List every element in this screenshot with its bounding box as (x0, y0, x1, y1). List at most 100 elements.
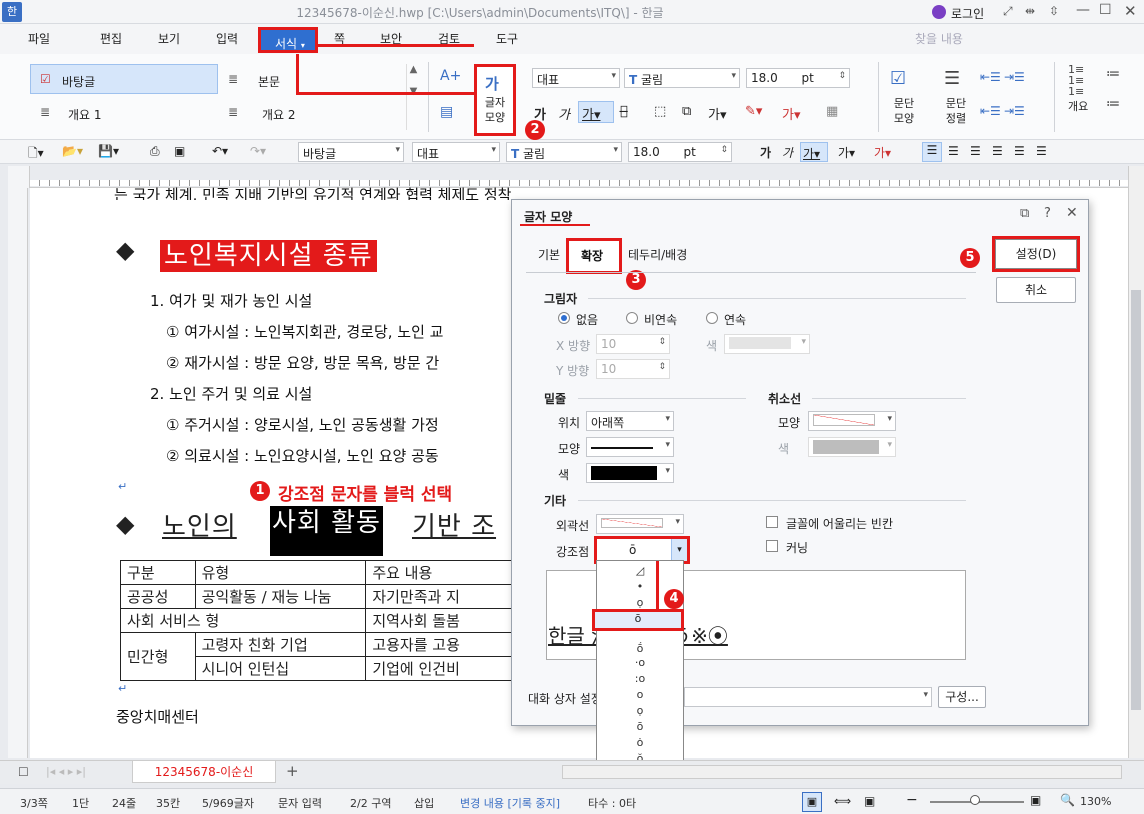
emboss-icon[interactable]: 가▾ (708, 104, 727, 123)
align-center-icon[interactable]: ☰ (970, 144, 981, 158)
distribute-icon[interactable]: ☰ (1014, 144, 1025, 158)
kerning-checkbox[interactable] (766, 540, 778, 552)
fullscreen-icon[interactable]: ⤢ (1003, 4, 1013, 19)
font-color-icon[interactable]: 가▾ (782, 104, 801, 123)
dialog-menu-icon[interactable]: ⧉ (1020, 206, 1029, 221)
lang-select[interactable]: 대표 ▾ (412, 142, 500, 162)
shadow-none-radio[interactable] (558, 312, 570, 324)
scroll-thumb[interactable] (1131, 290, 1141, 710)
font-space-checkbox[interactable] (766, 516, 778, 528)
indent-icon[interactable]: ⇤☰ (980, 70, 1001, 84)
style-scroll[interactable]: ▲▼ (406, 64, 420, 130)
menu-view[interactable]: 보기 (158, 30, 180, 47)
outline-select[interactable]: ▾ (596, 514, 684, 534)
open-icon[interactable]: 📂▾ (62, 144, 83, 158)
char-spacing-icon[interactable]: ▦ (826, 104, 838, 119)
tab-border-bg[interactable]: 테두리/배경 (628, 246, 687, 263)
tab-list-icon[interactable]: ☐ (18, 765, 29, 779)
split-icon[interactable]: ⇹ (1025, 4, 1035, 18)
list-icon[interactable]: ≔ (1106, 96, 1120, 112)
font-name-select[interactable]: T 굴림 ▾ (624, 68, 740, 88)
shadow-icon[interactable]: ⧉ (682, 104, 691, 119)
doc-tab[interactable]: 12345678-이순신 (132, 761, 276, 783)
underline-button[interactable]: 가▾ (578, 101, 614, 123)
maximize-icon[interactable]: ☐ (1099, 2, 1112, 18)
font-color-icon[interactable]: 가▾ (874, 144, 891, 161)
dialog-setting-select[interactable]: ▾ (684, 687, 932, 707)
save-icon[interactable]: 💾▾ (98, 144, 119, 158)
status-insert[interactable]: 삽입 (414, 795, 434, 811)
emph-option[interactable]: :o (597, 671, 683, 687)
emph-option[interactable]: o (597, 687, 683, 703)
highlight-icon[interactable]: ✎▾ (745, 104, 762, 119)
style-outline1[interactable]: 개요 1 (68, 106, 102, 123)
emph-option[interactable]: ọ (597, 703, 683, 719)
zoom-fit-icon[interactable]: ▣ (1030, 793, 1041, 807)
new-doc-icon[interactable]: 🗋▾ (28, 144, 44, 165)
y-dir-input[interactable]: 10 ⇕ (596, 359, 670, 379)
shadow-discontinuous-radio[interactable] (626, 312, 638, 324)
login-icon[interactable] (932, 5, 946, 19)
view-full-icon[interactable]: ▣ (864, 794, 875, 808)
cancel-button[interactable]: 취소 (996, 277, 1076, 303)
zoom-slider-thumb[interactable] (970, 795, 980, 805)
shadow-color-select[interactable]: ▾ (724, 334, 810, 354)
font-lang-select[interactable]: 대표 ▾ (532, 68, 620, 88)
bold-icon[interactable]: 가 (760, 144, 771, 161)
tab-basic[interactable]: 기본 (538, 246, 560, 263)
font-size-input[interactable]: 18.0 pt ⇕ (746, 68, 850, 88)
emph-none-icon[interactable]: ◿ (597, 563, 683, 579)
menu-insert[interactable]: 입력 (216, 30, 238, 47)
zoom-out-icon[interactable]: − (906, 792, 918, 808)
restore-icon[interactable]: ⇳ (1049, 4, 1059, 18)
strike-icon[interactable]: 가̶ (620, 104, 628, 119)
underline-shape-select[interactable]: ▾ (586, 437, 674, 457)
indent-icon[interactable]: ⇥☰ (1004, 70, 1025, 84)
minimize-icon[interactable]: — (1076, 2, 1090, 18)
italic-icon[interactable]: 가 (558, 104, 570, 123)
preview-icon[interactable]: ▣ (174, 144, 185, 158)
strike-icon[interactable]: 가▾ (838, 144, 855, 161)
indent-icon[interactable]: ⇤☰ (980, 104, 1001, 118)
underline-color-select[interactable]: ▾ (586, 463, 674, 483)
list-icon[interactable]: ≔ (1106, 66, 1120, 82)
underline-button[interactable]: 가▾ (800, 142, 828, 162)
add-tab-icon[interactable]: + (286, 762, 299, 780)
redo-icon[interactable]: ↷▾ (250, 144, 266, 158)
style-select[interactable]: 바탕글 ▾ (298, 142, 404, 162)
horizontal-scrollbar[interactable] (562, 765, 1122, 779)
vertical-ruler[interactable] (8, 188, 28, 758)
style-body[interactable]: 본문 (258, 73, 280, 90)
status-track-changes[interactable]: 변경 내용 [기록 중지] (460, 795, 560, 811)
italic-icon[interactable]: 가 (782, 144, 793, 161)
ok-button[interactable]: 설정(D) (992, 236, 1080, 272)
undo-icon[interactable]: ↶▾ (212, 144, 228, 158)
align-left-icon[interactable]: ☰ (948, 144, 959, 158)
search-input[interactable]: 찾을 내용 (915, 30, 1115, 48)
para-shape-button[interactable]: 문단 모양 (886, 96, 922, 126)
doc-table[interactable]: 구분 유형 주요 내용 공공성 공익활동 / 재능 나눔 자기만족과 지 사회 서비스 … (120, 560, 512, 681)
x-dir-input[interactable]: 10 ⇕ (596, 334, 670, 354)
font-select[interactable]: T 굴림 ▾ (506, 142, 622, 162)
menu-file[interactable]: 파일 (28, 30, 50, 47)
menu-tools[interactable]: 도구 (496, 30, 518, 47)
style-item-batang[interactable] (30, 64, 218, 94)
login-button[interactable]: 로그인 (951, 5, 984, 22)
help-icon[interactable]: ? (1044, 206, 1051, 221)
dialog-close-icon[interactable]: ✕ (1066, 205, 1078, 221)
close-icon[interactable]: ✕ (1124, 2, 1137, 20)
selected-text[interactable]: 사회 활동 (270, 506, 383, 556)
view-width-icon[interactable]: ⟺ (834, 794, 851, 808)
zoom-icon[interactable]: 🔍 (1060, 793, 1075, 807)
char-shape-button[interactable]: 가 글자 모양 (474, 64, 516, 136)
add-style-icon[interactable]: A+ (440, 68, 461, 84)
menu-edit[interactable]: 편집 (100, 30, 122, 47)
shadow-continuous-radio[interactable] (706, 312, 718, 324)
compose-button[interactable]: 구성... (938, 686, 986, 708)
print-icon[interactable]: ⎙ (150, 144, 160, 159)
strike-shape-select[interactable]: ▾ (808, 411, 896, 431)
emph-option[interactable]: ō (597, 719, 683, 735)
style-outline2[interactable]: 개요 2 (262, 106, 296, 123)
menu-format[interactable]: 서식 ▾ (258, 27, 318, 53)
para-align-button[interactable]: 문단 정렬 (938, 96, 974, 126)
